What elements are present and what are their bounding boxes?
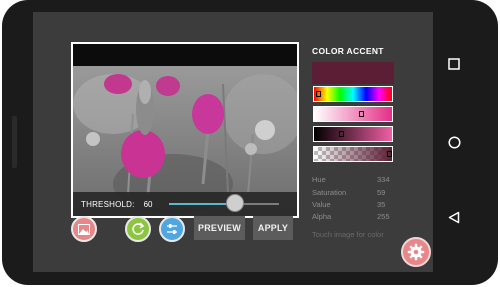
phone-speaker [12,116,17,168]
image-icon [78,223,90,235]
pick-image-button[interactable] [71,216,97,242]
threshold-slider[interactable] [169,194,279,212]
image-preview[interactable]: THRESHOLD: 60 [71,42,299,218]
alpha-handle[interactable] [387,151,392,157]
refresh-icon [132,222,145,235]
photo-flowers [73,44,297,216]
gear-icon [407,243,425,261]
hue-label: Hue [312,175,326,184]
alpha-bar[interactable] [313,146,393,162]
value-label: Value [312,200,331,209]
value-bar[interactable] [313,126,393,142]
saturation-value: 59 [377,188,386,197]
threshold-value: 60 [143,199,153,209]
value-value: 35 [377,200,386,209]
sliders-icon [167,224,177,234]
slider-thumb[interactable] [226,194,244,212]
alpha-label: Alpha [312,212,332,221]
hue-value: 334 [377,175,390,184]
panel-title: COLOR ACCENT [312,46,384,56]
threshold-label: THRESHOLD: [81,199,135,209]
hue-handle[interactable] [316,91,321,97]
saturation-handle[interactable] [359,111,364,117]
saturation-bar[interactable] [313,106,393,122]
phone-device: THRESHOLD: 60 PREVIEW APPLY COLOR ACCENT… [0,0,500,287]
reset-button[interactable] [125,216,151,242]
back-button[interactable] [433,211,475,224]
recents-button[interactable] [433,58,475,70]
settings-button[interactable] [401,237,431,267]
square-icon [448,58,460,70]
hue-bar[interactable] [313,86,393,102]
touch-hint: Touch image for color [312,230,384,239]
alpha-value: 255 [377,212,390,221]
navigation-bar [433,12,475,272]
back-triangle-icon [448,211,460,224]
app-screen: THRESHOLD: 60 PREVIEW APPLY COLOR ACCENT… [33,12,433,272]
threshold-control: THRESHOLD: 60 [73,192,297,216]
circle-icon [447,136,461,149]
home-button[interactable] [433,136,475,149]
apply-button[interactable]: APPLY [253,216,293,240]
saturation-label: Saturation [312,188,347,197]
value-handle[interactable] [339,131,344,137]
color-swatch [312,62,394,84]
preview-button[interactable]: PREVIEW [194,216,245,240]
adjust-button[interactable] [159,216,185,242]
